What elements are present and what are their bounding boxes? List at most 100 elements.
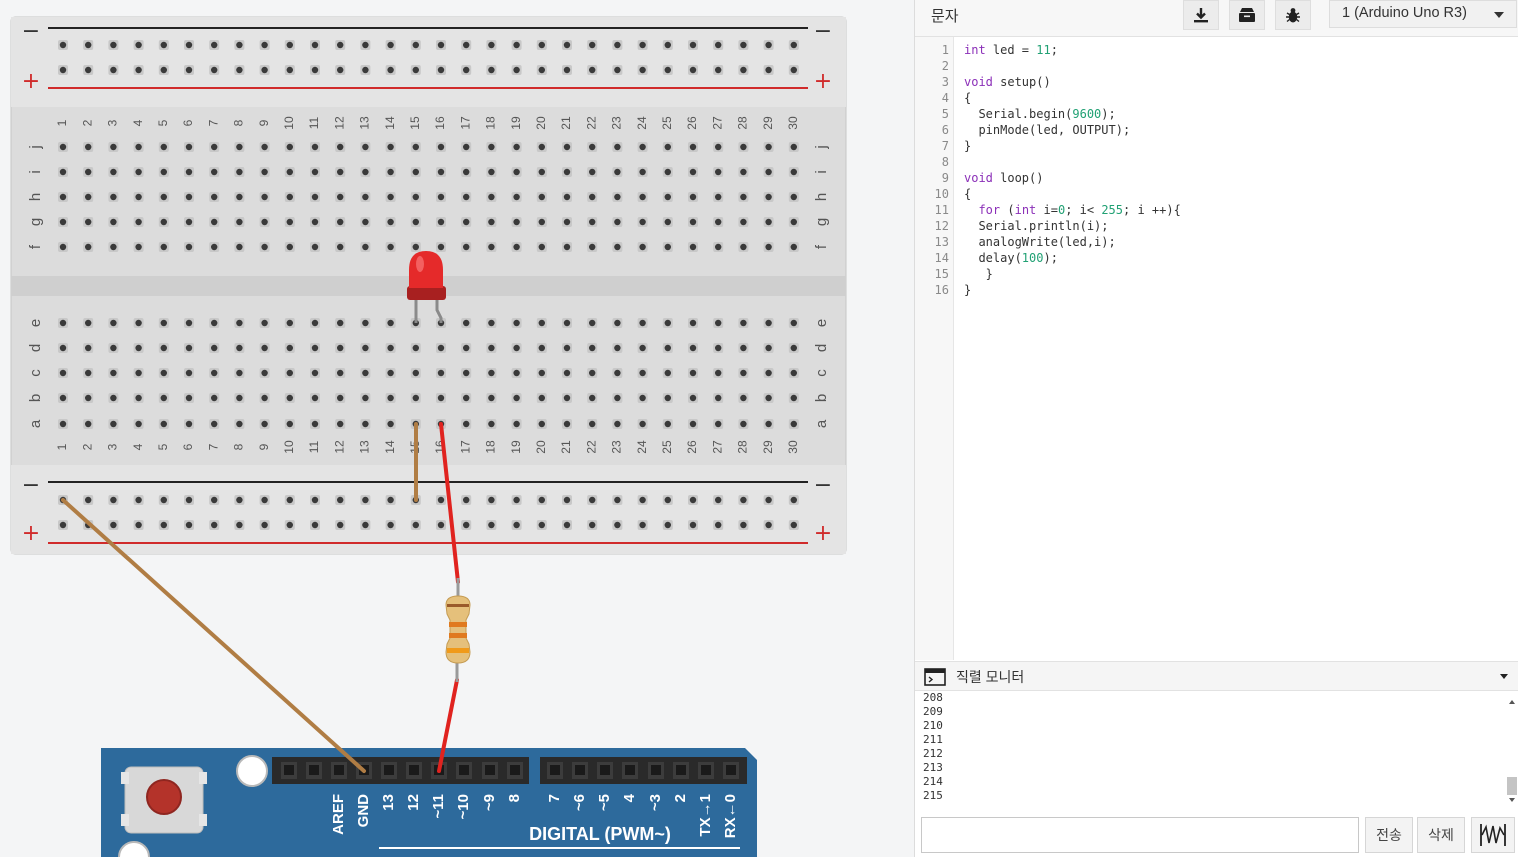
breadboard-hole <box>59 319 67 327</box>
circuit-canvas[interactable]: − − + + − − + +1 1 2 2 3 3 4 4 5 5 6 6 7 7 8 8 9 9 10 10 11 11 12 12 13… <box>0 0 914 857</box>
line-number: 9 <box>941 171 949 185</box>
serial-monitor-header[interactable]: 직렬 모니터 <box>915 661 1518 691</box>
circuit-svg[interactable]: − −+ +− −+ +11223344556677889910101111121213… <box>0 0 914 857</box>
breadboard-hole <box>59 66 67 74</box>
serial-output-line: 208 <box>923 691 943 704</box>
code-line[interactable]: 11 for (int i=0; i< 255; i ++){ <box>915 202 1515 218</box>
breadboard-hole <box>463 319 470 327</box>
breadboard-hole <box>135 394 142 402</box>
breadboard-hole <box>185 394 193 402</box>
breadboard-hole <box>412 168 419 176</box>
breadboard-hole <box>311 496 319 504</box>
pin-label: ~3 <box>647 794 664 811</box>
column-number: 9 <box>257 119 271 126</box>
code-line[interactable]: 1 int led = 11; <box>915 42 1515 58</box>
breadboard-hole <box>261 41 268 49</box>
code-text[interactable]: } <box>964 138 971 154</box>
breadboard-hole <box>639 218 646 226</box>
pin-label: ~6 <box>571 794 588 811</box>
breadboard-hole <box>790 496 797 504</box>
clear-button[interactable]: 삭제 <box>1417 817 1465 853</box>
breadboard-hole <box>765 319 772 327</box>
breadboard-hole <box>614 168 621 176</box>
code-text[interactable]: pinMode(led, OUTPUT); <box>964 122 1130 138</box>
pin-label: 8 <box>506 794 523 802</box>
breadboard-hole <box>261 193 268 201</box>
code-text[interactable]: Serial.begin(9600); <box>964 106 1115 122</box>
code-panel: 문자 1 (Arduino Uno R3) 1 int led = 11; 2 … <box>914 0 1518 857</box>
download-button[interactable] <box>1183 0 1219 30</box>
code-line[interactable]: 5 Serial.begin(9600); <box>915 106 1515 122</box>
reset-button[interactable] <box>146 779 182 815</box>
breadboard-hole <box>362 496 369 504</box>
row-letter: e <box>813 319 830 327</box>
code-line[interactable]: 12 Serial.println(i); <box>915 218 1515 234</box>
breadboard-hole <box>160 521 167 529</box>
breadboard-hole <box>85 66 92 74</box>
line-number: 5 <box>941 107 949 121</box>
chevron-down-icon[interactable] <box>1500 674 1508 679</box>
code-text[interactable]: { <box>964 186 971 202</box>
column-number: 22 <box>584 116 598 130</box>
code-text[interactable]: int led = 11; <box>964 42 1058 58</box>
breadboard-hole <box>463 344 470 352</box>
breadboard-hole <box>211 420 218 428</box>
code-line[interactable]: 13 analogWrite(led,i); <box>915 234 1515 250</box>
code-mode-label[interactable]: 문자 <box>931 5 959 26</box>
code-text[interactable]: void setup() <box>964 74 1051 90</box>
breadboard-hole <box>85 243 92 251</box>
serial-output[interactable]: 208 209 210 211 212 213 214 215 <box>915 691 1518 809</box>
code-line[interactable]: 6 pinMode(led, OUTPUT); <box>915 122 1515 138</box>
code-text[interactable]: { <box>964 90 971 106</box>
code-line[interactable]: 7} <box>915 138 1515 154</box>
debug-button[interactable] <box>1275 0 1311 30</box>
breadboard-hole <box>488 394 495 402</box>
resistor[interactable] <box>445 578 471 682</box>
code-text[interactable]: analogWrite(led,i); <box>964 234 1115 250</box>
code-text[interactable]: } <box>964 282 971 298</box>
code-line[interactable]: 16} <box>915 282 1515 298</box>
breadboard-hole <box>412 394 419 402</box>
code-text[interactable]: } <box>964 266 993 282</box>
code-line[interactable]: 3 void setup() <box>915 74 1515 90</box>
board-select[interactable]: 1 (Arduino Uno R3) <box>1329 0 1517 28</box>
code-line[interactable]: 4{ <box>915 90 1515 106</box>
breadboard-hole <box>589 369 596 377</box>
breadboard-hole <box>59 369 67 377</box>
code-line[interactable]: 8 <box>915 154 1515 170</box>
code-text[interactable]: for (int i=0; i< 255; i ++){ <box>964 202 1180 218</box>
breadboard-hole <box>488 243 495 251</box>
breadboard-hole <box>286 344 293 352</box>
serial-input[interactable] <box>921 817 1359 853</box>
code-line[interactable]: 14 delay(100); <box>915 250 1515 266</box>
library-button[interactable] <box>1229 0 1265 30</box>
breadboard-hole <box>110 143 117 151</box>
column-number: 22 <box>584 440 598 454</box>
graph-button[interactable] <box>1471 817 1515 853</box>
breadboard-hole <box>715 319 722 327</box>
code-line[interactable]: 9 void loop() <box>915 170 1515 186</box>
scrollbar-thumb[interactable] <box>1507 777 1517 795</box>
code-line[interactable]: 15 } <box>915 266 1515 282</box>
breadboard-hole <box>765 193 772 201</box>
serial-scrollbar[interactable] <box>1505 691 1518 809</box>
breadboard-hole <box>311 168 319 176</box>
breadboard-hole <box>412 143 419 151</box>
breadboard-hole <box>765 496 772 504</box>
breadboard-hole <box>286 420 293 428</box>
breadboard-hole <box>765 168 772 176</box>
breadboard-hole <box>236 66 243 74</box>
code-line[interactable]: 2 <box>915 58 1515 74</box>
breadboard-hole <box>59 420 67 428</box>
breadboard-hole <box>765 521 772 529</box>
breadboard-hole <box>488 496 495 504</box>
send-button[interactable]: 전송 <box>1365 817 1413 853</box>
code-editor[interactable]: 1 int led = 11; 2 3 void setup() 4{5 Serial.b… <box>915 37 1518 660</box>
code-text[interactable]: void loop() <box>964 170 1043 186</box>
code-line[interactable]: 10 { <box>915 186 1515 202</box>
code-text[interactable]: Serial.println(i); <box>964 218 1108 234</box>
line-number: 16 <box>934 283 949 297</box>
code-text[interactable]: delay(100); <box>964 250 1058 266</box>
breadboard-hole <box>563 369 571 377</box>
breadboard-hole <box>689 394 697 402</box>
